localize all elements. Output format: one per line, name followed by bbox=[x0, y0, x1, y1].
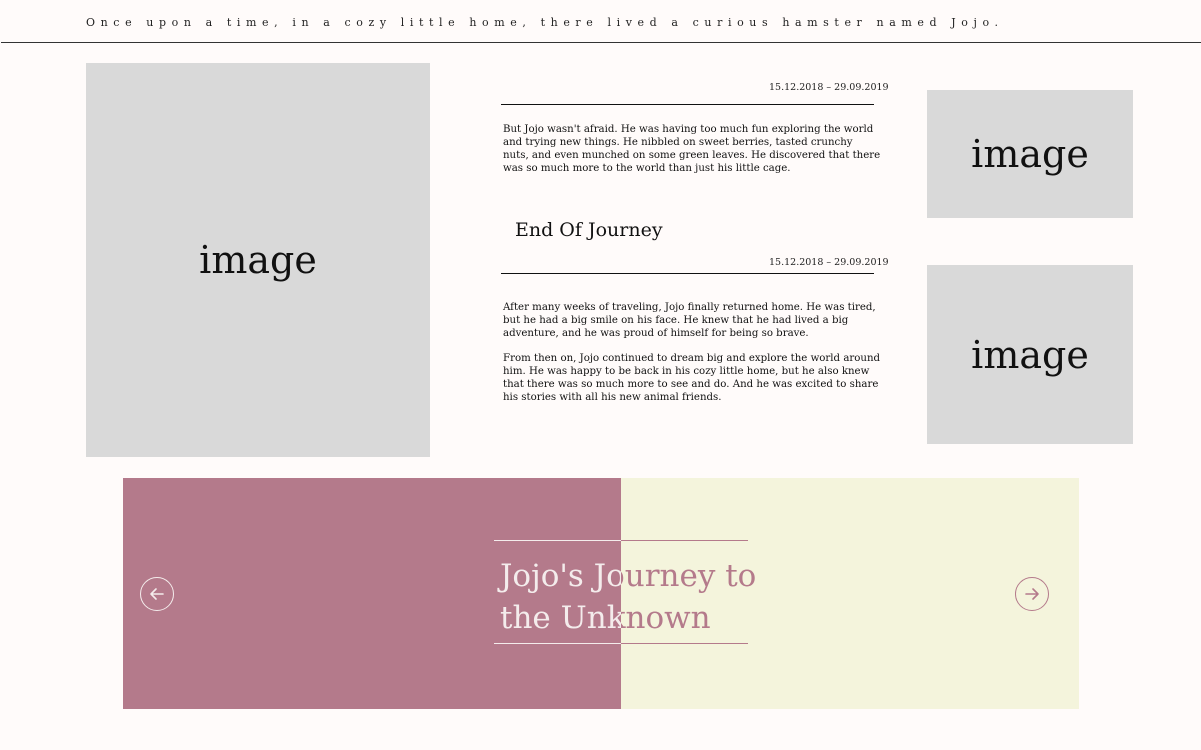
entry-date: 15.12.2018 – 29.09.2019 bbox=[769, 82, 889, 93]
side-image-top: image bbox=[927, 90, 1133, 218]
banner-title-overlay: Jojo's Journey to the Unknown bbox=[123, 478, 621, 709]
entry-paragraph: From then on, Jojo continued to dream bi… bbox=[503, 353, 881, 403]
side-image-bottom: image bbox=[927, 265, 1133, 444]
page-tagline: Once upon a time, in a cozy little home,… bbox=[86, 16, 1004, 29]
side-image-bottom-label: image bbox=[971, 332, 1089, 377]
entry-date: 15.12.2018 – 29.09.2019 bbox=[769, 257, 889, 268]
hero-image-label: image bbox=[199, 238, 317, 282]
section-title: End Of Journey bbox=[515, 219, 663, 241]
arrow-left-icon bbox=[150, 588, 164, 600]
prev-slide-button[interactable] bbox=[140, 577, 174, 611]
arrow-right-icon bbox=[1025, 588, 1039, 600]
next-slide-button[interactable] bbox=[1015, 577, 1049, 611]
entry-paragraph: After many weeks of traveling, Jojo fina… bbox=[503, 302, 876, 339]
hero-image: image bbox=[86, 63, 430, 457]
banner-title-light: Jojo's Journey to the Unknown bbox=[500, 558, 621, 636]
header-divider bbox=[1, 42, 1201, 43]
entry-divider bbox=[501, 104, 874, 105]
journey-banner: Jojo's Journey to the Unknown Jojo's Jou… bbox=[123, 478, 1079, 709]
side-image-top-label: image bbox=[971, 132, 1089, 176]
entry-paragraph: But Jojo wasn't afraid. He was having to… bbox=[503, 124, 881, 174]
entry-divider bbox=[501, 273, 874, 274]
